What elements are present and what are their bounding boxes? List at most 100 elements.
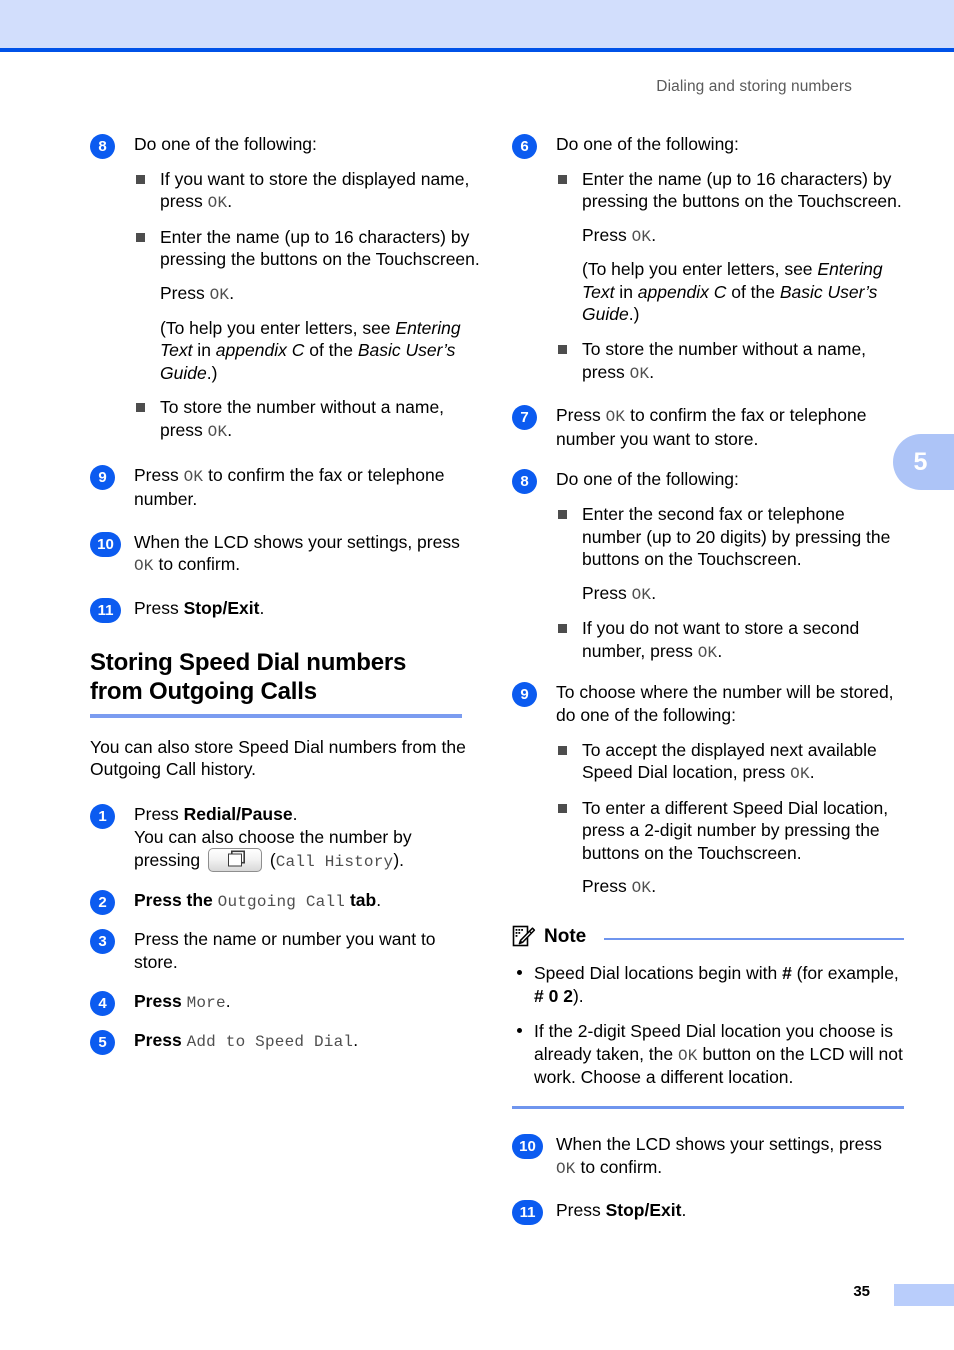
hardware-key-name: Redial/Pause: [183, 804, 293, 825]
lcd-label-more: More: [186, 993, 226, 1012]
period: .: [651, 876, 657, 897]
bullet-item: To enter a different Speed Dial location…: [556, 797, 904, 899]
paren-close: ).: [393, 850, 405, 871]
step-text-a: Press: [134, 465, 184, 486]
bullet-text: To store the number without a name, pres…: [160, 396, 482, 442]
note-pencil-icon: [512, 925, 536, 947]
step-10-right: 10 When the LCD shows your settings, pre…: [512, 1133, 904, 1179]
step-2: 2 Press the Outgoing Call tab.: [90, 889, 482, 915]
step-9: 9 Press OK to confirm the fax or telepho…: [90, 464, 482, 510]
step-badge: 11: [90, 597, 121, 623]
press-ok-line: Press OK.: [582, 582, 904, 606]
note-text-c: ).: [572, 985, 584, 1006]
lcd-label-ok: OK: [209, 285, 230, 304]
square-bullet-icon: [136, 232, 145, 242]
bullet-item: Enter the name (up to 16 characters) by …: [556, 168, 904, 326]
step-text-b: to confirm.: [575, 1156, 663, 1177]
period: .: [717, 640, 723, 661]
bullet-text: Enter the name (up to 16 characters) by …: [160, 226, 480, 270]
lcd-label-ok: OK: [183, 468, 204, 487]
period: .: [651, 582, 657, 603]
step-4: 4 Press More.: [90, 990, 482, 1016]
step-8-right: 8 Do one of the following: Enter the sec…: [512, 468, 904, 663]
lcd-label-ok: OK: [631, 585, 652, 604]
bullet-item: Enter the name (up to 16 characters) by …: [134, 226, 482, 384]
note-header-rule: [604, 938, 904, 941]
note-header: Note: [512, 925, 904, 949]
xref-appendix: appendix C: [215, 340, 305, 361]
step-badge: 8: [90, 134, 115, 159]
bullet-text: To accept the displayed next available S…: [582, 739, 904, 785]
lcd-label-ok: OK: [207, 422, 228, 441]
bullet-text: To enter a different Speed Dial location…: [582, 797, 889, 863]
note-item: If the 2-digit Speed Dial location you c…: [512, 1020, 904, 1089]
note-example: # 0 2: [534, 985, 573, 1006]
step-text: Press Redial/Pause.: [134, 803, 482, 826]
note-footer-rule: [512, 1105, 904, 1109]
bullet-dot-icon: [517, 970, 522, 976]
square-bullet-icon: [558, 174, 567, 184]
xref-a: (To help you enter letters, see: [582, 259, 818, 280]
page-top-band: [0, 0, 954, 48]
period: .: [259, 597, 265, 618]
press-word: Press: [582, 876, 632, 897]
step-badge: 5: [90, 1030, 115, 1056]
lcd-label-ok: OK: [207, 194, 228, 213]
step-lead: Do one of the following:: [134, 134, 317, 154]
paren-open: (: [265, 850, 276, 871]
note-text-b: (for example,: [791, 963, 899, 984]
lcd-label-ok: OK: [556, 1159, 576, 1178]
lcd-label-ok: OK: [631, 879, 652, 898]
period: .: [681, 1200, 687, 1221]
square-bullet-icon: [558, 509, 567, 519]
period: .: [292, 804, 298, 825]
bullet-item: To store the number without a name, pres…: [556, 338, 904, 384]
lcd-label-ok: OK: [134, 557, 154, 576]
section-heading-line1: Storing Speed Dial numbers: [90, 649, 407, 677]
step-badge: 1: [90, 804, 115, 830]
step-text: Press Stop/Exit.: [556, 1199, 904, 1222]
bullet-text-end: .: [227, 191, 233, 212]
call-history-key-icon[interactable]: [208, 848, 263, 873]
lcd-label-ok: OK: [790, 765, 810, 784]
period: .: [353, 1030, 359, 1051]
step-text-secondary: You can also choose the number by pressi…: [134, 826, 482, 873]
step-text-a: When the LCD shows your settings, press: [556, 1133, 882, 1154]
lcd-label-ok: OK: [677, 1046, 698, 1065]
bullet-text: Enter the second fax or telephone number…: [582, 503, 891, 570]
step-11-right: 11 Press Stop/Exit.: [512, 1199, 904, 1226]
step-text-b: to confirm.: [153, 554, 241, 575]
press-word: Press: [134, 1030, 182, 1051]
square-bullet-icon: [558, 624, 567, 634]
section-heading-line2: from Outgoing Calls: [90, 678, 317, 706]
step-6: 6 Do one of the following: Enter the nam…: [512, 133, 904, 384]
press-word: Press: [582, 582, 632, 603]
step-text: When the LCD shows your settings, press …: [556, 1133, 904, 1179]
cross-reference-note: (To help you enter letters, see Entering…: [160, 317, 482, 385]
lcd-label-call-history: Call History: [275, 853, 394, 872]
note-title: Note: [544, 926, 587, 948]
step-text: Press the Outgoing Call tab.: [134, 889, 482, 913]
period: .: [229, 282, 235, 303]
press-word: Press: [134, 804, 184, 825]
step-text: Press OK to confirm the fax or telephone…: [134, 464, 482, 510]
step-text: Press the name or number you want to sto…: [134, 929, 436, 972]
bullet-item: To store the number without a name, pres…: [134, 396, 482, 442]
step-text: Press Stop/Exit.: [134, 597, 482, 620]
step-badge: 9: [512, 682, 537, 708]
step-badge: 9: [90, 465, 115, 491]
period: .: [227, 419, 233, 440]
period: .: [651, 224, 657, 245]
step-9-right: 9 To choose where the number will be sto…: [512, 681, 904, 899]
step-7: 7 Press OK to confirm the fax or telepho…: [512, 404, 904, 450]
step-text: When the LCD shows your settings, press …: [134, 531, 482, 577]
bullet-text: If you want to store the displayed name,…: [160, 168, 482, 214]
bullet-text: To store the number without a name, pres…: [582, 338, 904, 384]
right-column: 6 Do one of the following: Enter the nam…: [512, 133, 904, 1235]
square-bullet-icon: [136, 174, 145, 184]
step-text-a: Press: [134, 597, 184, 618]
running-head: Dialing and storing numbers: [656, 78, 852, 95]
period: .: [376, 889, 382, 910]
press-word: Press: [134, 990, 182, 1011]
lcd-label-ok: OK: [605, 408, 626, 427]
